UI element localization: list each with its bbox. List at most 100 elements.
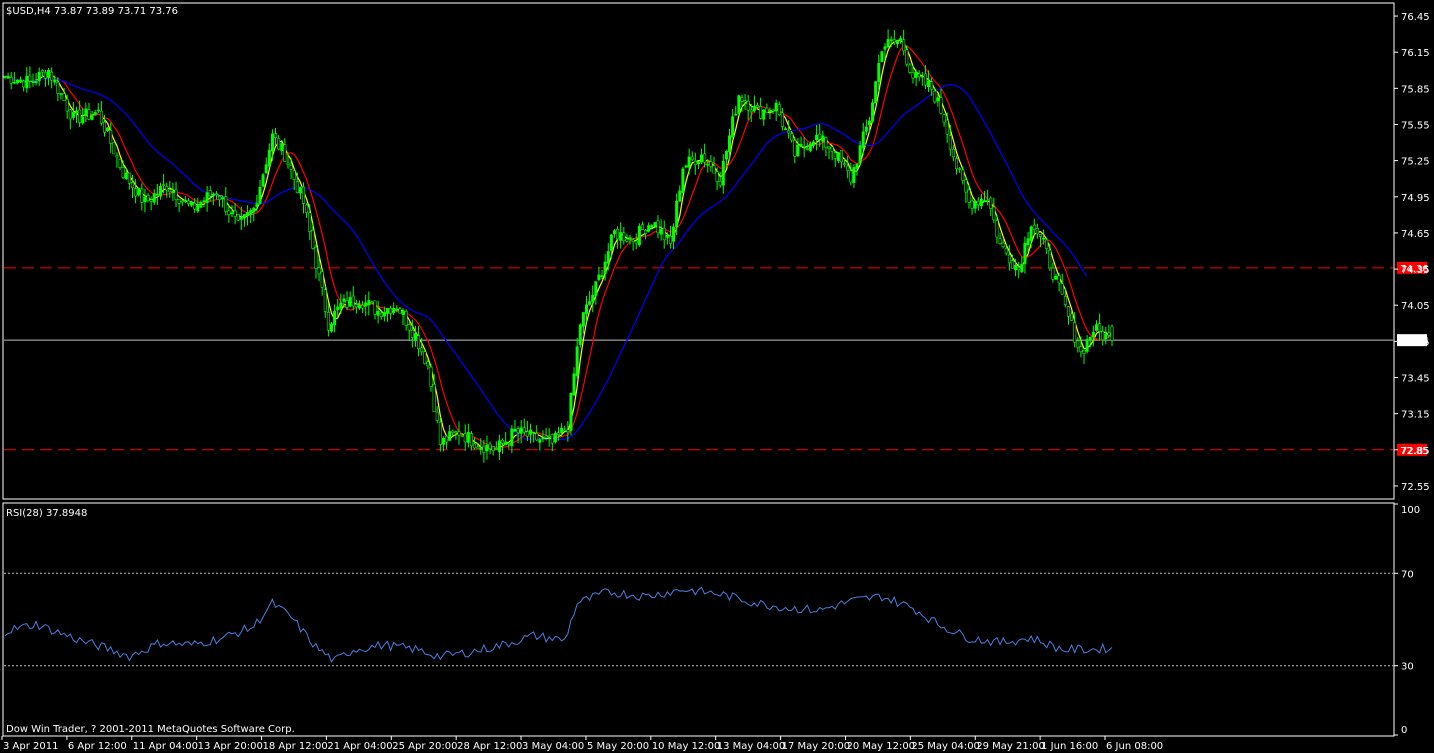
candle-body [796,144,800,157]
candle-body [12,81,16,84]
candle-body [22,80,26,88]
candle-body [473,443,477,449]
candle-body [563,429,567,432]
candle-body [476,446,480,449]
candle-body [519,427,523,434]
candle-body [762,109,766,120]
candle-body [255,203,259,207]
rsi-tick-label: 30 [1401,662,1414,673]
candle-body [205,192,209,204]
candle-body [370,301,374,304]
candle-body [25,75,29,89]
time-tick-label: 20 May 12:00 [846,741,915,752]
candle-body [1020,263,1024,273]
candle-body [622,232,626,242]
candle-body [65,98,69,112]
candle-body [382,312,386,317]
candle-body [902,39,906,52]
candle-body [155,193,159,196]
candle-body [330,323,334,332]
candle-body [967,189,971,203]
candle-body [385,308,389,314]
candle-body [333,310,337,326]
candle-body [1073,322,1077,343]
candle-body [302,186,306,204]
candle-body [886,39,890,48]
candle-body [367,300,371,306]
candle-body [821,135,825,142]
rsi-line [4,586,1113,663]
candle-body [357,304,361,309]
candle-body [441,438,445,445]
candle-body [535,433,539,441]
candle-body [765,107,769,113]
candle-body [955,158,959,170]
candle-body [547,435,551,438]
candles [3,29,1114,463]
candle-body [790,133,794,141]
candle-body [715,171,719,182]
candle-body [594,281,598,296]
candle-body [541,437,545,440]
rsi-tick-label: 70 [1401,569,1414,580]
candle-body [516,428,520,434]
candle-body [398,308,402,314]
price-tick-label: 76.15 [1401,48,1430,59]
candle-body [815,135,819,141]
candle-body [550,434,554,444]
horizontal-levels: 74.3672.8573.76 [4,261,1429,457]
candle-body [640,224,644,231]
candle-body [130,182,134,189]
time-tick-label: 29 May 21:00 [976,741,1045,752]
candle-body [208,190,212,197]
candle-body [267,149,271,167]
price-tick-label: 74.95 [1401,193,1430,204]
rsi-indicator [4,572,1393,667]
candle-body [606,251,610,264]
candle-body [186,200,190,204]
candle-body [510,428,514,446]
candle-body [1094,324,1098,331]
candle-body [40,70,44,73]
time-axis: 3 Apr 2011 6 Apr 12:00 11 Apr 04:00 13 Apr … [1,736,1163,752]
candle-body [544,435,548,438]
candle-body [914,71,918,78]
candle-body [59,93,63,95]
price-axis: 76.45 76.15 75.85 75.55 75.25 74.95 74.65 74.35… [1394,12,1430,493]
time-tick-label: 17 May 20:00 [782,741,851,752]
candle-body [793,140,797,157]
candle-body [193,203,197,210]
candle-body [858,145,862,164]
candle-body [752,105,756,111]
candle-body [127,172,131,184]
time-tick-label: 13 May 04:00 [717,741,786,752]
candle-body [1085,339,1089,352]
candle-body [43,72,47,79]
candle-body [165,186,169,191]
candle-body [979,198,983,207]
candle-body [221,197,225,200]
candle-body [202,200,206,202]
candle-body [905,49,909,65]
candle-body [445,435,449,443]
candle-body [432,384,436,413]
candle-body [158,185,162,197]
candle-body [572,373,576,396]
candle-body [317,267,321,275]
candle-body [277,138,281,150]
candle-body [625,238,629,242]
candle-body [342,298,346,302]
candle-body [1054,275,1058,280]
candle-body [479,447,483,450]
candle-body [1014,264,1018,271]
candle-body [768,110,772,112]
candle-body [1057,275,1061,284]
candle-body [1045,239,1049,249]
candle-body [96,109,100,112]
candle-body [75,110,79,114]
candle-body [1091,331,1095,338]
candle-body [295,181,299,193]
price-tick-label: 75.25 [1401,157,1430,168]
time-tick-label: 28 Apr 12:00 [457,741,522,752]
candle-body [709,161,713,167]
